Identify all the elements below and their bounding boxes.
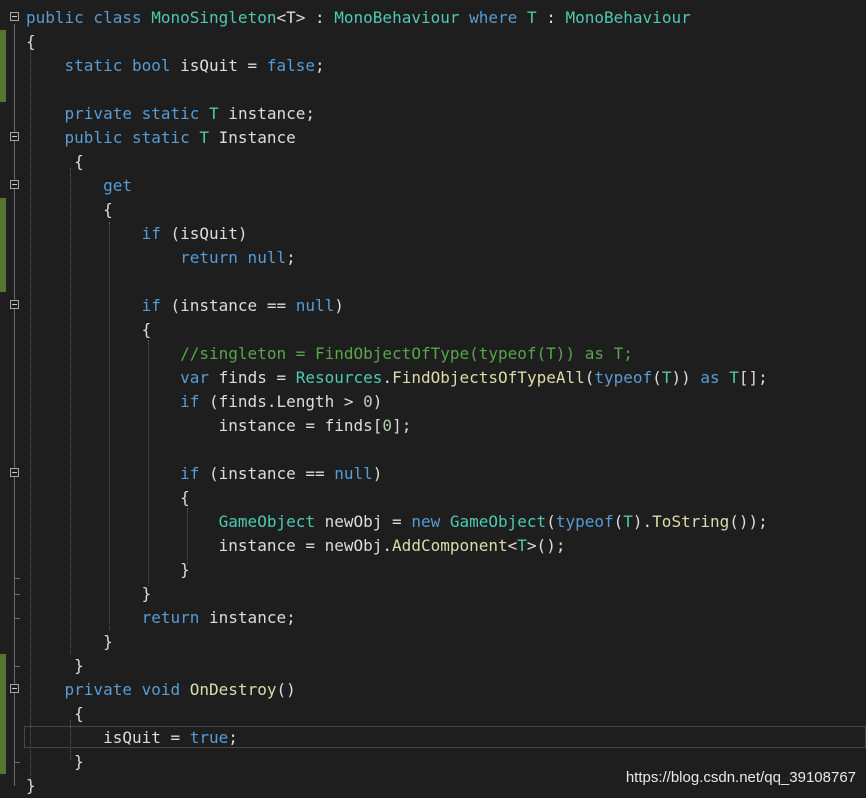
code-line-23: instance = newObj.AddComponent<T>();	[26, 536, 566, 555]
code-line-24: }	[26, 560, 190, 579]
collapse-icon[interactable]	[10, 468, 19, 477]
code-line-10: if (isQuit)	[26, 224, 248, 243]
code-line-8: get	[26, 176, 132, 195]
collapse-icon[interactable]	[10, 300, 19, 309]
fold-end	[14, 666, 20, 667]
fold-end	[14, 594, 20, 595]
code-editor[interactable]: public class MonoSingleton<T> : MonoBeha…	[0, 0, 866, 795]
change-indicator	[0, 198, 6, 292]
change-indicator	[0, 30, 6, 102]
collapse-icon[interactable]	[10, 132, 19, 141]
collapse-icon[interactable]	[10, 684, 19, 693]
collapse-icon[interactable]	[10, 12, 19, 21]
code-line-14: {	[26, 320, 152, 339]
code-line-28: }	[26, 656, 84, 675]
code-line-5: private static T instance;	[26, 104, 315, 123]
watermark-text: https://blog.csdn.net/qq_39108767	[625, 769, 856, 786]
code-line-7: {	[26, 152, 84, 171]
code-line-15: //singleton = FindObjectOfType(typeof(T)…	[26, 344, 633, 363]
code-line-18: instance = finds[0];	[26, 416, 412, 435]
code-line-9: {	[26, 200, 113, 219]
fold-end	[14, 762, 20, 763]
code-line-17: if (finds.Length > 0)	[26, 392, 383, 411]
code-line-2: {	[26, 32, 36, 51]
fold-end	[14, 618, 20, 619]
code-line-1: public class MonoSingleton<T> : MonoBeha…	[26, 8, 691, 27]
code-line-20: if (instance == null)	[26, 464, 383, 483]
change-indicator	[0, 654, 6, 774]
code-line-33: }	[26, 776, 36, 795]
code-line-25: }	[26, 584, 152, 603]
code-line-32: }	[26, 752, 84, 771]
code-line-22: GameObject newObj = new GameObject(typeo…	[218, 512, 768, 531]
fold-end	[14, 578, 20, 579]
collapse-icon[interactable]	[10, 180, 19, 189]
code-line-30: {	[26, 704, 84, 723]
code-line-11: return null;	[26, 248, 296, 267]
code-line-6: public static T Instance	[26, 128, 296, 147]
code-line-27: }	[26, 632, 113, 651]
code-line-16: var finds = Resources.FindObjectsOfTypeA…	[26, 368, 768, 387]
code-line-3: static bool isQuit = false;	[26, 56, 325, 75]
code-line-29: private void OnDestroy()	[26, 680, 296, 699]
code-line-31[interactable]: isQuit = true;	[26, 726, 238, 750]
code-line-21: {	[26, 488, 190, 507]
code-line-26: return instance;	[26, 608, 296, 627]
code-line-13: if (instance == null)	[26, 296, 344, 315]
